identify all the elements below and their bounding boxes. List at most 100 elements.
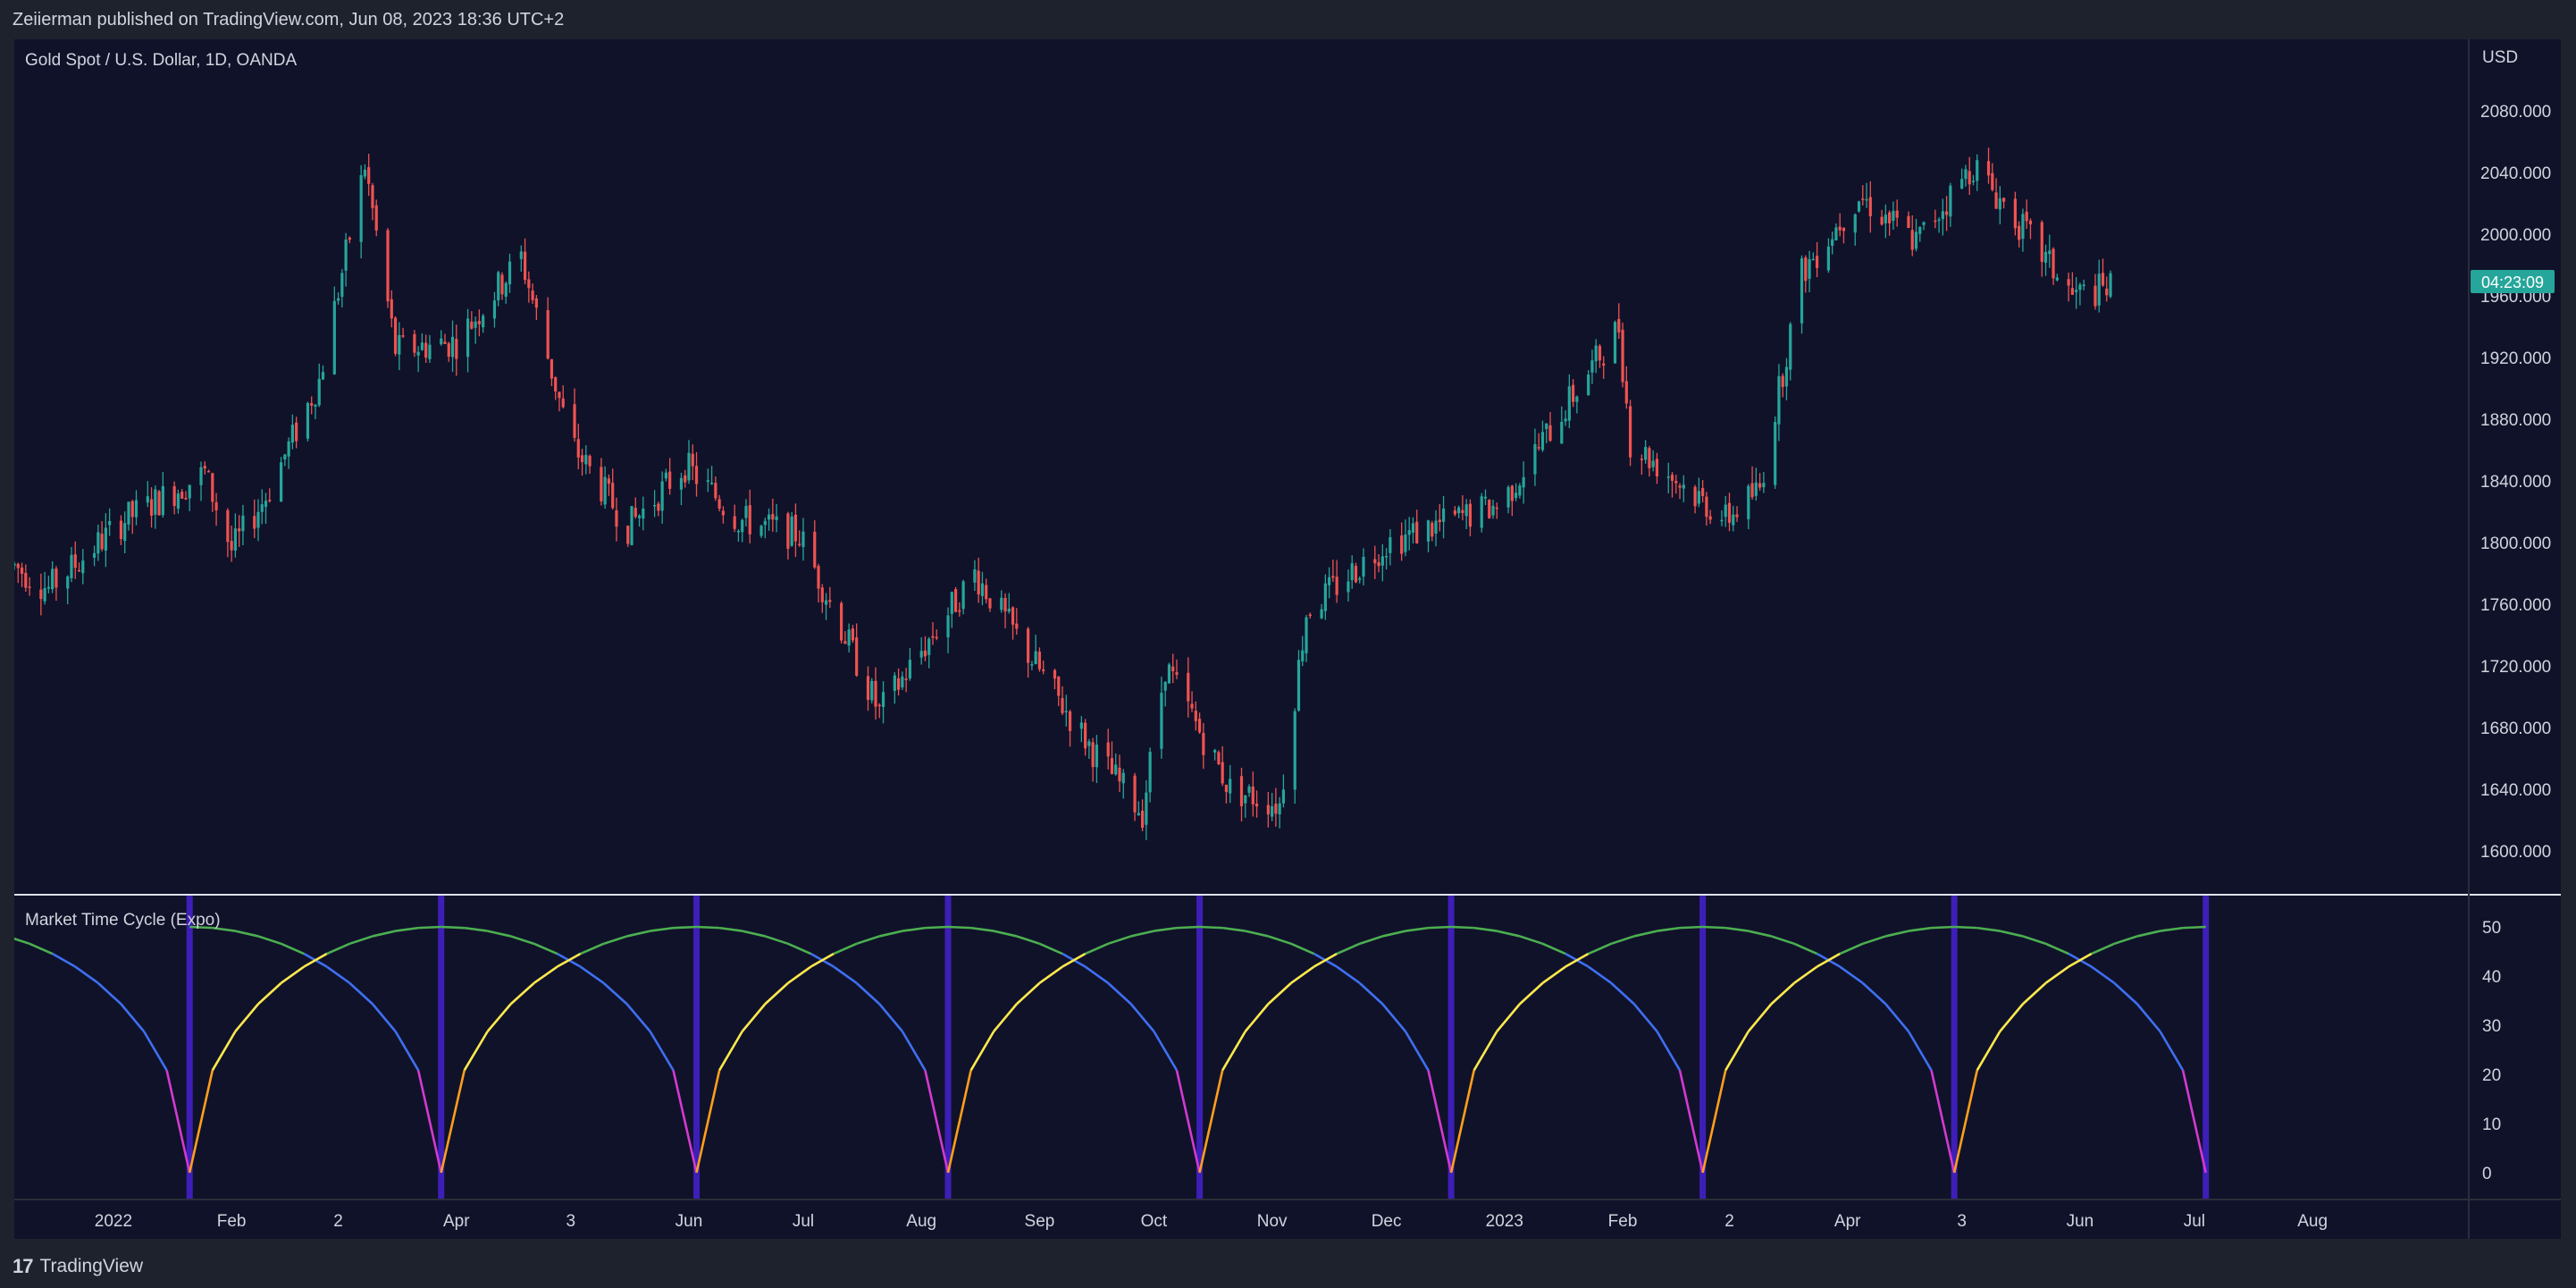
candle (927, 636, 931, 669)
candle-body (2018, 225, 2021, 240)
candle (1426, 519, 1431, 553)
candle-body (420, 342, 424, 350)
candle (1007, 593, 1011, 614)
candle-body (1483, 496, 1488, 499)
cycle-segment-rising (486, 1003, 512, 1032)
candle-body (1308, 614, 1312, 617)
time-tick-label: Apr (443, 1212, 470, 1231)
candle (66, 575, 70, 605)
candle (1666, 462, 1670, 494)
cycle-segment-rising (1610, 935, 1635, 946)
candle-body (584, 454, 588, 465)
candle-body (2052, 248, 2055, 279)
candle (1087, 738, 1091, 759)
candle (870, 678, 874, 704)
candle-body (1510, 485, 1514, 501)
candle-body (1079, 722, 1083, 729)
candle (268, 488, 272, 503)
cycle-segment-falling (487, 930, 511, 938)
cycle-segment-falling (1473, 926, 1498, 932)
cycle-segment-falling (901, 1031, 927, 1072)
candle-body (1271, 806, 1274, 817)
candle-body (1964, 169, 1968, 180)
candle (1160, 677, 1163, 759)
oscillator-tick-label: 0 (2482, 1165, 2492, 1183)
candle-body (1457, 507, 1461, 514)
candle-body (295, 422, 298, 442)
time-tick-label: 2 (333, 1212, 343, 1231)
cycle-marker (1951, 896, 1958, 1200)
candle-body (923, 650, 927, 657)
candle-body (1811, 258, 1815, 261)
candle (1994, 178, 1998, 210)
candle-body (741, 519, 744, 533)
candle-body (847, 629, 851, 646)
tradingview-brand-text: TradingView (39, 1255, 144, 1276)
candle (1708, 509, 1712, 525)
cycle-segment-falling (1199, 925, 1223, 930)
candle (1922, 221, 1926, 231)
candle (877, 703, 881, 719)
candle-body (104, 527, 107, 551)
candle (1145, 779, 1148, 840)
candle-body (600, 467, 603, 502)
candle-body (108, 520, 112, 526)
candle (2067, 272, 2070, 302)
candle-body (1274, 804, 1278, 814)
candle-body (668, 471, 672, 489)
candle (1986, 147, 1991, 184)
candle (1495, 502, 1498, 519)
cycle-segment-rising (418, 925, 441, 930)
cycle-segment-falling (2159, 1031, 2185, 1072)
candle-body (1042, 669, 1045, 671)
candle-body (717, 499, 721, 509)
cycle-segment-falling (718, 926, 743, 932)
time-tick-label: Feb (217, 1212, 247, 1231)
candle-body (527, 279, 531, 289)
candle (1441, 496, 1446, 539)
cycle-segment-rising (1198, 1070, 1224, 1174)
cycle-segment-falling (1221, 926, 1246, 932)
candle (130, 500, 134, 535)
cycle-segment-rising (580, 942, 605, 955)
candle-body (1106, 742, 1110, 757)
cycle-marker (1447, 896, 1455, 1200)
cycle-segment-falling (371, 1003, 397, 1032)
tradingview-logo[interactable]: 17 TradingView (13, 1255, 143, 1278)
candle (908, 647, 911, 681)
cycle-segment-rising (1130, 930, 1154, 938)
candle (691, 444, 694, 481)
candle (1884, 204, 1887, 239)
cycle-segment-falling (833, 965, 858, 984)
candle-body (927, 638, 931, 655)
candle-body (1567, 386, 1571, 421)
candle-body (290, 425, 294, 443)
cycle-segment-falling (1954, 925, 1977, 930)
candle-body (775, 516, 778, 520)
candle (1011, 606, 1015, 640)
candle-body (172, 485, 176, 507)
cycle-segment-falling (2181, 1070, 2207, 1174)
candle (855, 623, 859, 678)
cycle-segment-falling (1519, 935, 1543, 946)
candle (1804, 255, 1808, 293)
candle-body (1533, 443, 1537, 475)
candle (2018, 221, 2021, 248)
candle (1811, 252, 1815, 261)
candle (1518, 483, 1522, 499)
candle-body (492, 300, 497, 319)
candle-body (657, 503, 660, 511)
cycle-segment-rising (2022, 981, 2047, 1006)
time-tick-label: Dec (1372, 1212, 1402, 1231)
candle-body (866, 676, 870, 701)
candle (2043, 244, 2048, 276)
candle (332, 286, 336, 375)
time-tick-label: Aug (906, 1212, 936, 1231)
candle-body (1301, 650, 1305, 661)
candle (1602, 356, 1606, 379)
candle-body (1564, 418, 1567, 422)
cycle-segment-falling (2022, 935, 2046, 946)
candle (741, 518, 744, 543)
candle (450, 320, 455, 373)
chart-svg[interactable]: Gold Spot / U.S. Dollar, 1D, OANDA USD M… (14, 39, 2561, 1239)
